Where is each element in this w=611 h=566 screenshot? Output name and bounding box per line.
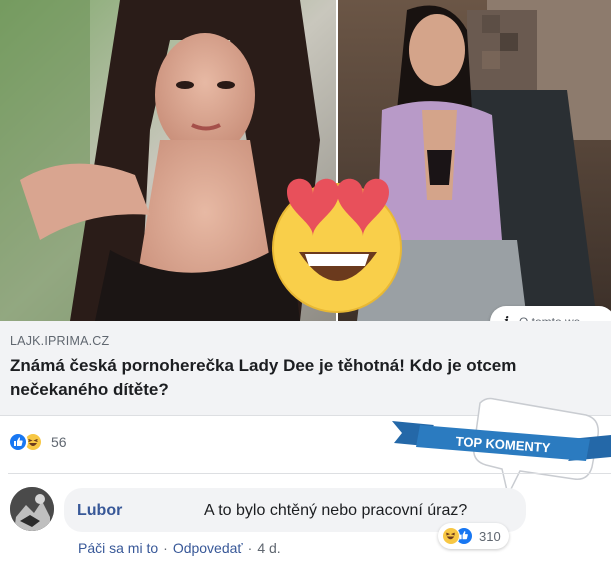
separator: · xyxy=(247,540,253,556)
like-comment-button[interactable]: Páči sa mi to xyxy=(78,540,158,556)
heart-eyes-emoji-icon xyxy=(272,178,402,313)
post-reactions[interactable]: 56 xyxy=(8,430,67,454)
reaction-count[interactable]: 56 xyxy=(51,434,67,450)
haha-icon xyxy=(442,527,460,545)
link-preview-image[interactable] xyxy=(0,0,611,321)
comment-text: A to bylo chtěný nebo pracovní úraz? xyxy=(204,502,468,519)
comment-reaction-count: 310 xyxy=(479,528,501,544)
separator: · xyxy=(163,540,168,556)
link-domain: LAJK.IPRIMA.CZ xyxy=(10,334,110,348)
comment-timestamp[interactable]: 4 d. xyxy=(257,540,280,556)
comment-reactions[interactable]: 310 xyxy=(438,523,509,549)
comment-actions: Páči sa mi to · Odpovedať · 4 d. xyxy=(78,540,281,556)
like-icon xyxy=(8,432,28,452)
avatar[interactable] xyxy=(10,487,54,531)
comment-author[interactable]: Lubor xyxy=(77,502,122,520)
reply-button[interactable]: Odpovedať xyxy=(173,540,243,556)
facebook-post: i O tomto we LAJK.IPRIMA.CZ Známá česká … xyxy=(0,0,611,566)
divider xyxy=(8,473,611,474)
